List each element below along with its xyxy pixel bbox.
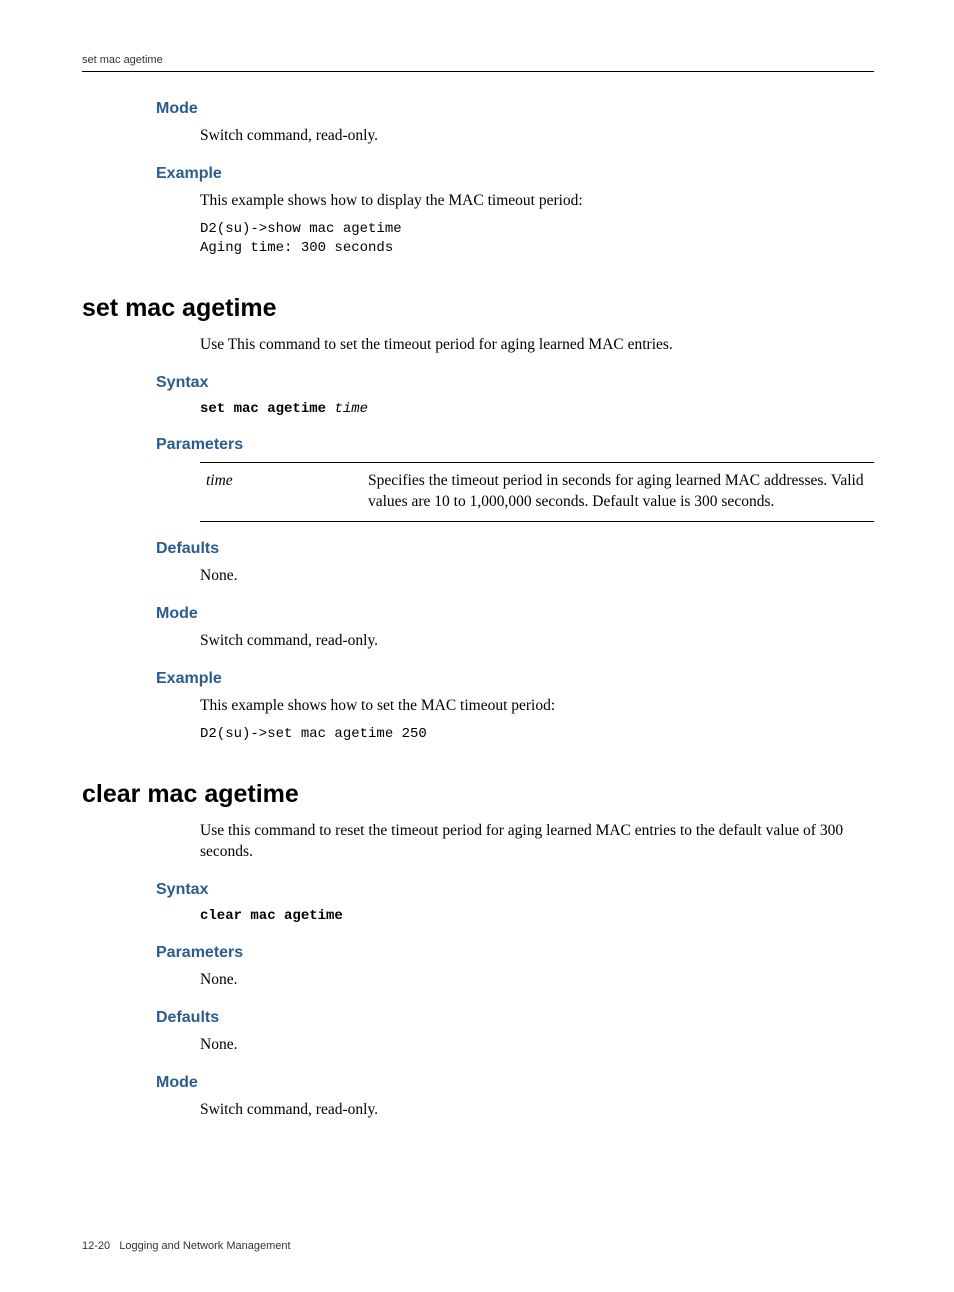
defaults-text: None. bbox=[200, 1035, 874, 1056]
table-row: time Specifies the timeout period in sec… bbox=[200, 463, 874, 522]
defaults-text: None. bbox=[200, 566, 874, 587]
page-number: 12-20 bbox=[82, 1240, 110, 1252]
command-title-set: set mac agetime bbox=[82, 294, 874, 323]
param-name: time bbox=[200, 463, 362, 522]
mode-text: Switch command, read-only. bbox=[200, 1100, 874, 1121]
parameters-text: None. bbox=[200, 970, 874, 991]
parameters-heading: Parameters bbox=[156, 436, 874, 454]
mode-heading: Mode bbox=[156, 100, 874, 118]
syntax-cmd: clear mac agetime bbox=[200, 908, 343, 924]
mode-heading: Mode bbox=[156, 605, 874, 623]
syntax-code: set mac agetime time bbox=[200, 400, 874, 419]
defaults-heading: Defaults bbox=[156, 1009, 874, 1027]
running-header: set mac agetime bbox=[82, 54, 874, 72]
syntax-arg: time bbox=[334, 401, 368, 417]
example-code: D2(su)->show mac agetime Aging time: 300… bbox=[200, 220, 874, 258]
mode-text: Switch command, read-only. bbox=[200, 126, 874, 147]
content-column: Mode Switch command, read-only. Example … bbox=[82, 100, 874, 1120]
example-heading: Example bbox=[156, 670, 874, 688]
example-text: This example shows how to set the MAC ti… bbox=[200, 696, 874, 717]
defaults-heading: Defaults bbox=[156, 540, 874, 558]
syntax-heading: Syntax bbox=[156, 881, 874, 899]
syntax-heading: Syntax bbox=[156, 374, 874, 392]
syntax-cmd: set mac agetime bbox=[200, 401, 326, 417]
mode-heading: Mode bbox=[156, 1074, 874, 1092]
mode-text: Switch command, read-only. bbox=[200, 631, 874, 652]
param-desc: Specifies the timeout period in seconds … bbox=[362, 463, 874, 522]
command-title-clear: clear mac agetime bbox=[82, 780, 874, 809]
example-heading: Example bbox=[156, 165, 874, 183]
page: set mac agetime Mode Switch command, rea… bbox=[0, 0, 954, 1292]
chapter-title: Logging and Network Management bbox=[119, 1240, 290, 1252]
example-text: This example shows how to display the MA… bbox=[200, 191, 874, 212]
parameters-table: time Specifies the timeout period in sec… bbox=[200, 462, 874, 522]
parameters-heading: Parameters bbox=[156, 944, 874, 962]
command-intro: Use This command to set the timeout peri… bbox=[200, 335, 874, 356]
example-code: D2(su)->set mac agetime 250 bbox=[200, 725, 874, 744]
command-intro: Use this command to reset the timeout pe… bbox=[200, 821, 874, 863]
syntax-code: clear mac agetime bbox=[200, 907, 874, 926]
page-footer: 12-20 Logging and Network Management bbox=[82, 1240, 874, 1252]
